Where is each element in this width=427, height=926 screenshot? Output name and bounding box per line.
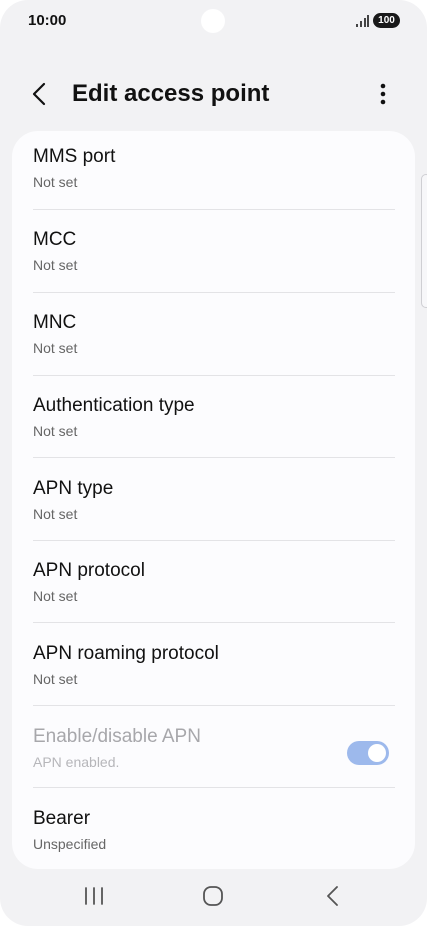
setting-value: Not set bbox=[33, 671, 78, 687]
divider bbox=[33, 457, 395, 458]
divider bbox=[33, 787, 395, 788]
recents-button[interactable] bbox=[74, 880, 114, 912]
setting-mnc[interactable]: MNC Not set bbox=[12, 297, 415, 380]
page-title: Edit access point bbox=[72, 80, 270, 107]
status-bar: 10:00 100 bbox=[0, 0, 427, 44]
toggle-knob bbox=[368, 744, 386, 762]
nav-back-button[interactable] bbox=[313, 880, 353, 912]
divider bbox=[33, 375, 395, 376]
setting-value: Not set bbox=[33, 423, 78, 439]
nav-back-icon bbox=[327, 886, 338, 906]
setting-title: Authentication type bbox=[33, 395, 195, 416]
more-vertical-icon bbox=[380, 83, 386, 105]
setting-title: Bearer bbox=[33, 808, 91, 829]
setting-value: APN enabled. bbox=[33, 754, 120, 770]
setting-title: Enable/disable APN bbox=[33, 726, 201, 747]
setting-title: MNC bbox=[33, 312, 77, 333]
home-icon bbox=[203, 886, 223, 906]
back-button[interactable] bbox=[24, 78, 56, 110]
more-options-button[interactable] bbox=[368, 78, 398, 110]
setting-title: MMS port bbox=[33, 146, 116, 167]
setting-mcc[interactable]: MCC Not set bbox=[12, 214, 415, 297]
setting-title: APN roaming protocol bbox=[33, 643, 219, 664]
divider bbox=[33, 622, 395, 623]
setting-value: Not set bbox=[33, 506, 78, 522]
setting-mms-port[interactable]: MMS port Not set bbox=[12, 131, 415, 214]
phone-screen: 10:00 100 Edit access point MMS port Not… bbox=[0, 0, 427, 926]
home-button[interactable] bbox=[193, 880, 233, 912]
divider bbox=[33, 292, 395, 293]
status-time: 10:00 bbox=[28, 12, 67, 29]
scroll-handle[interactable] bbox=[421, 174, 427, 308]
setting-bearer[interactable]: Bearer Unspecified bbox=[12, 793, 415, 869]
recents-icon bbox=[85, 887, 103, 905]
navigation-bar bbox=[0, 868, 427, 926]
app-header: Edit access point bbox=[0, 70, 427, 118]
enable-apn-toggle bbox=[347, 741, 389, 765]
setting-value: Unspecified bbox=[33, 836, 107, 852]
settings-card: MMS port Not set MCC Not set MNC Not set… bbox=[12, 131, 415, 869]
setting-apn-type[interactable]: APN type Not set bbox=[12, 463, 415, 546]
setting-authentication-type[interactable]: Authentication type Not set bbox=[12, 380, 415, 463]
setting-value: Not set bbox=[33, 174, 78, 190]
setting-value: Not set bbox=[33, 588, 78, 604]
divider bbox=[33, 705, 395, 706]
battery-badge: 100 bbox=[373, 13, 400, 28]
chevron-left-icon bbox=[32, 82, 46, 106]
setting-value: Not set bbox=[33, 340, 78, 356]
setting-value: Not set bbox=[33, 257, 78, 273]
setting-apn-protocol[interactable]: APN protocol Not set bbox=[12, 545, 415, 628]
signal-bars-icon bbox=[356, 15, 369, 27]
setting-enable-apn: Enable/disable APN APN enabled. bbox=[12, 711, 415, 794]
setting-title: APN type bbox=[33, 478, 114, 499]
divider bbox=[33, 209, 395, 210]
setting-title: APN protocol bbox=[33, 560, 145, 581]
divider bbox=[33, 540, 395, 541]
setting-title: MCC bbox=[33, 229, 77, 250]
camera-cutout bbox=[201, 9, 225, 33]
setting-apn-roaming-protocol[interactable]: APN roaming protocol Not set bbox=[12, 628, 415, 711]
